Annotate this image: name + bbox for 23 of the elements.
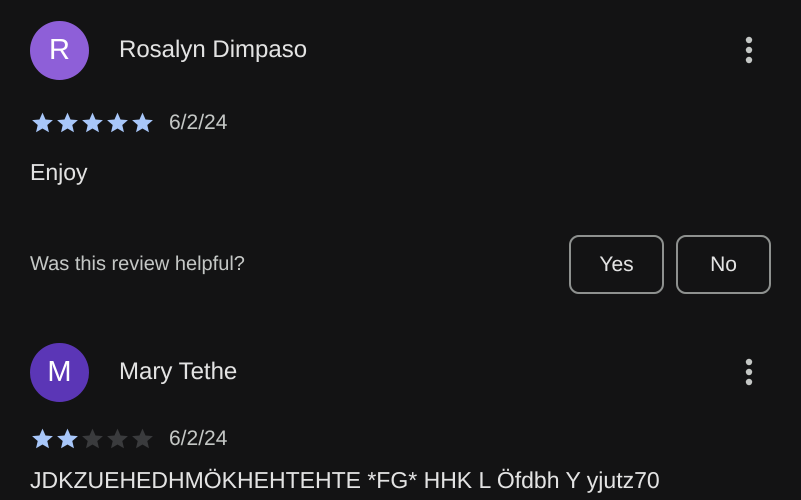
avatar: M — [30, 342, 89, 402]
star-icon — [105, 110, 130, 135]
star-icon — [30, 426, 55, 451]
avatar: R — [30, 20, 89, 80]
helpful-vote-button[interactable]: No — [676, 235, 771, 294]
reviewer-name: Mary Tethe — [119, 358, 238, 386]
helpful-vote-button[interactable]: Yes — [569, 235, 664, 294]
more-options-icon[interactable] — [745, 36, 753, 64]
star-icon — [55, 426, 80, 451]
review-date: 6/2/24 — [169, 110, 228, 134]
more-options-icon[interactable] — [745, 358, 753, 386]
review-text: Enjoy — [30, 159, 89, 186]
review-text: JDKZUEHEDHMÖKHEHTEHTE *FG* HHK L Öfdbh Y yjutz70 — [30, 467, 661, 494]
empty-star-icon — [105, 426, 130, 451]
review-date: 6/2/24 — [169, 426, 228, 450]
reviewer-name: Rosalyn Dimpaso — [119, 36, 308, 64]
empty-star-icon — [80, 426, 105, 451]
star-icon — [80, 110, 105, 135]
star-icon — [30, 110, 55, 135]
helpful-question: Was this review helpful? — [30, 253, 245, 276]
star-icon — [55, 110, 80, 135]
star-icon — [130, 110, 155, 135]
empty-star-icon — [130, 426, 155, 451]
